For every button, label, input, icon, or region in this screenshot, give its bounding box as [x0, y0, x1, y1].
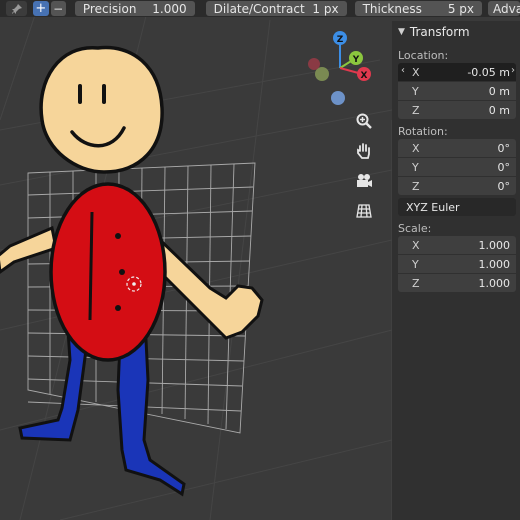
advanced-tab-label: Adva: [493, 1, 520, 16]
rotation-label: Rotation:: [398, 125, 448, 138]
torso: [49, 182, 167, 362]
scale-z-value: 1.000: [478, 276, 511, 290]
thickness-field[interactable]: Thickness 5 px: [354, 1, 483, 16]
decrement-arrow-icon[interactable]: ‹: [401, 65, 405, 76]
scale-y-field[interactable]: Y 1.000: [398, 255, 516, 273]
precision-value: 1.000: [152, 1, 187, 16]
scale-x-axis: X: [412, 238, 420, 252]
location-label: Location:: [398, 49, 449, 62]
sidebar-panel: ▼ Transform Location: ‹ X -0.05 m › Y 0 …: [392, 21, 520, 520]
transform-panel-header[interactable]: ▼ Transform: [392, 21, 520, 43]
location-x-field[interactable]: ‹ X -0.05 m ›: [398, 63, 516, 81]
precision-label: Precision: [82, 1, 137, 16]
scale-z-axis: Z: [412, 276, 420, 290]
camera-view-button[interactable]: [352, 169, 376, 193]
gizmo-z-label: Z: [337, 35, 344, 45]
gizmo-x-label: X: [361, 71, 368, 81]
location-z-axis: Z: [412, 103, 420, 117]
rotation-y-field[interactable]: Y 0°: [398, 158, 516, 176]
pan-button[interactable]: [352, 139, 376, 163]
camera-icon: [357, 174, 372, 187]
thickness-value: 5 px: [447, 1, 475, 16]
right-leg: [116, 338, 186, 497]
ortho-toggle-button[interactable]: [352, 199, 376, 223]
head: [39, 45, 164, 174]
rotation-mode-value: XYZ Euler: [406, 200, 460, 214]
dilate-value: 1 px: [312, 1, 339, 16]
location-x-axis: X: [412, 65, 420, 79]
gizmo-y-label: Y: [352, 55, 360, 65]
scale-y-value: 1.000: [478, 257, 511, 271]
3d-viewport[interactable]: + − Precision 1.000 Dilate/Contract 1 px…: [0, 0, 520, 520]
zoom-button[interactable]: [352, 109, 376, 133]
remove-button[interactable]: −: [50, 1, 66, 16]
dilate-contract-field[interactable]: Dilate/Contract 1 px: [205, 1, 347, 16]
scale-y-axis: Y: [412, 257, 419, 271]
location-y-field[interactable]: Y 0 m: [398, 82, 516, 100]
scale-x-value: 1.000: [478, 238, 511, 252]
location-y-value: 0 m: [488, 84, 510, 98]
advanced-tab[interactable]: Adva: [488, 1, 520, 16]
rotation-x-value: 0°: [497, 141, 511, 155]
scale-x-field[interactable]: X 1.000: [398, 236, 516, 254]
thickness-label: Thickness: [362, 1, 422, 16]
add-button[interactable]: +: [33, 1, 49, 16]
pin-icon: [11, 3, 22, 14]
character-drawing[interactable]: [0, 45, 264, 497]
rotation-z-field[interactable]: Z 0°: [398, 177, 516, 195]
dilate-label: Dilate/Contract: [213, 1, 305, 16]
scale-z-field[interactable]: Z 1.000: [398, 274, 516, 292]
pin-button[interactable]: [6, 1, 28, 16]
rotation-x-axis: X: [412, 141, 420, 155]
rotation-x-field[interactable]: X 0°: [398, 139, 516, 157]
hand-pan-icon: [357, 143, 370, 159]
rotation-y-axis: Y: [412, 160, 419, 174]
right-arm: [148, 235, 264, 340]
rotation-z-value: 0°: [497, 179, 511, 193]
location-y-axis: Y: [412, 84, 419, 98]
grid-view-icon: [356, 204, 372, 218]
gizmo-neg-z: [331, 91, 345, 105]
rotation-z-axis: Z: [412, 179, 420, 193]
scale-label: Scale:: [398, 222, 432, 235]
panel-title: Transform: [409, 25, 470, 39]
zoom-icon: [356, 113, 372, 129]
location-x-value: -0.05 m: [467, 65, 510, 79]
location-z-field[interactable]: Z 0 m: [398, 101, 516, 119]
increment-arrow-icon[interactable]: ›: [511, 65, 515, 76]
precision-field[interactable]: Precision 1.000: [74, 1, 195, 16]
location-z-value: 0 m: [488, 103, 510, 117]
rotation-y-value: 0°: [497, 160, 511, 174]
chevron-down-icon: ▼: [398, 27, 405, 37]
navigation-gizmo[interactable]: Z Y X: [300, 26, 380, 110]
header-toolbar: + − Precision 1.000 Dilate/Contract 1 px…: [0, 0, 520, 17]
rotation-mode-dropdown[interactable]: XYZ Euler: [398, 198, 516, 216]
